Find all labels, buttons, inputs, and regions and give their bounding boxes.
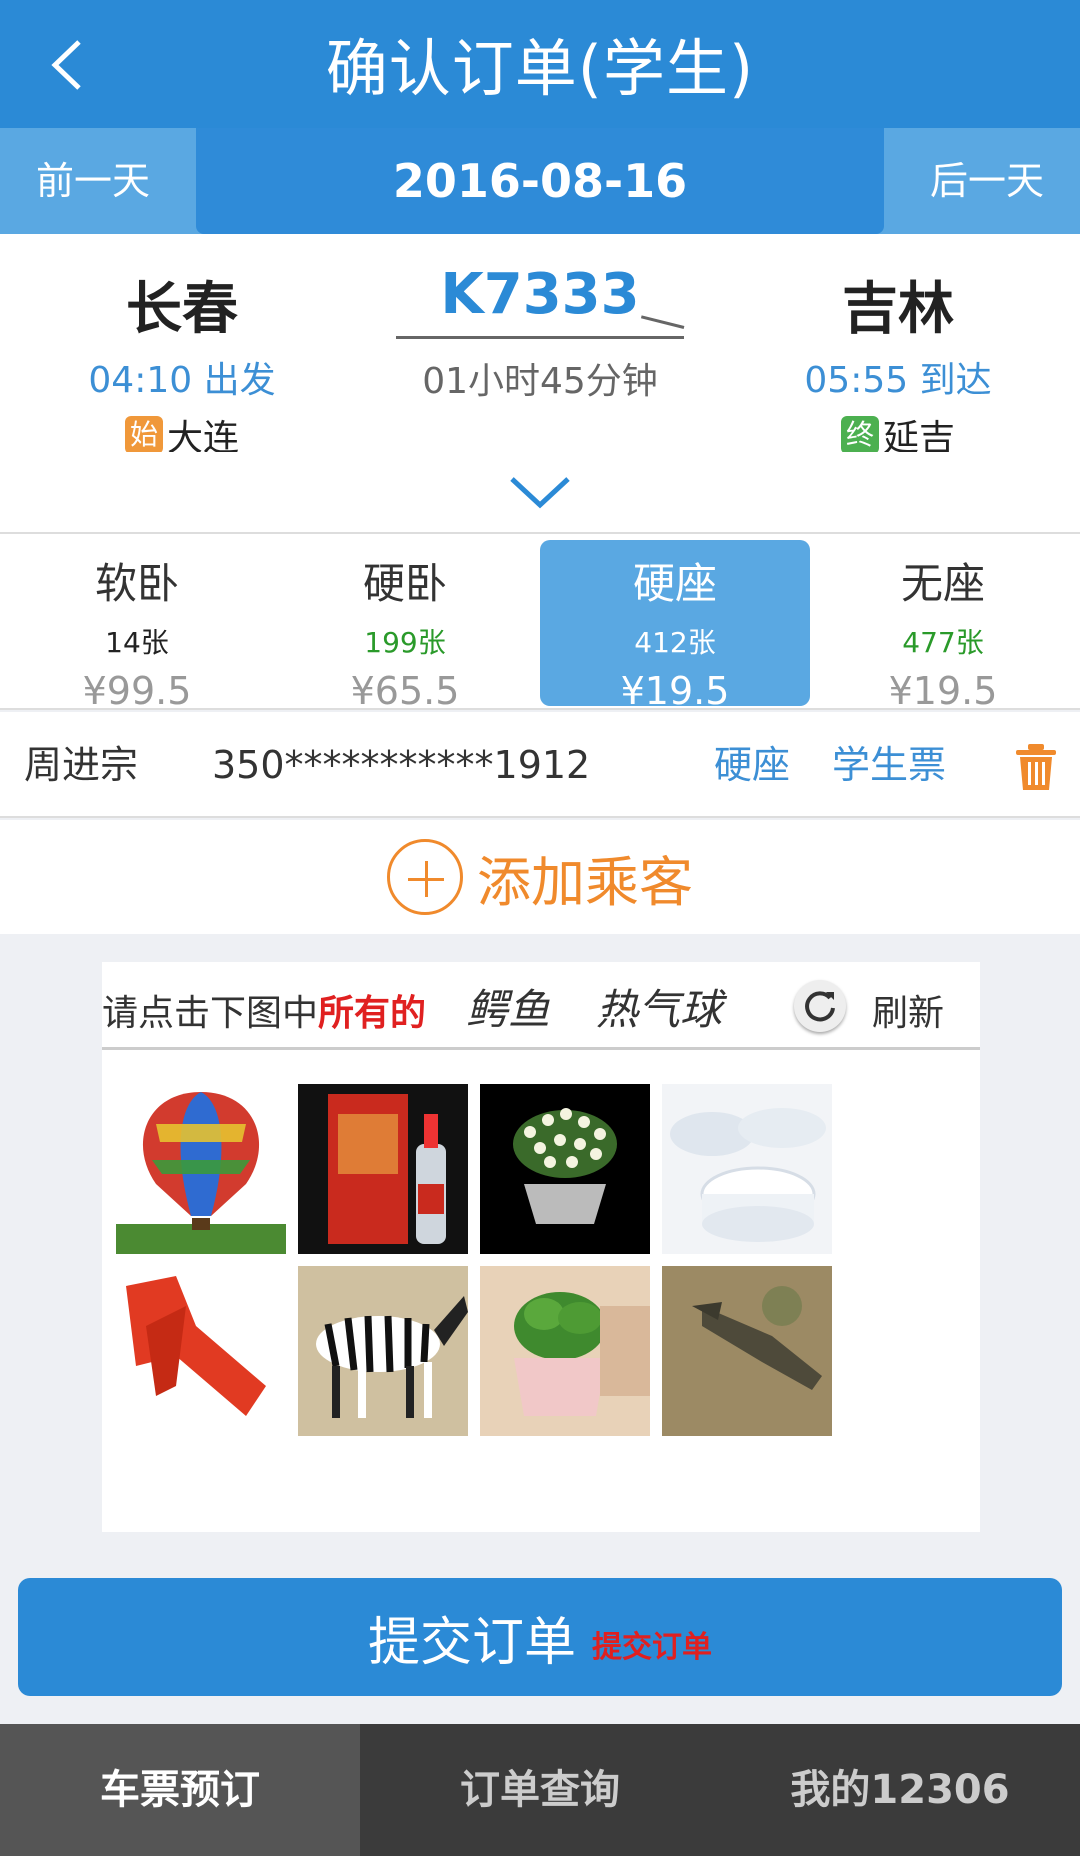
captcha-tile-white-discs[interactable] — [662, 1084, 832, 1254]
top-bar: 确认订单(学生) — [0, 0, 1080, 128]
captcha-tile-flower-pot[interactable] — [480, 1084, 650, 1254]
start-tag: 始 — [124, 416, 163, 454]
white-discs-icon — [670, 1108, 826, 1242]
refresh-arrow — [805, 991, 835, 1022]
captcha-keyword: 热气球 — [596, 985, 723, 1034]
arrival-time: 05:55 到达 — [804, 360, 992, 401]
seat-price: ¥65.5 — [350, 669, 460, 713]
seat-count: 477张 — [902, 626, 984, 659]
seat-option-no-seat[interactable]: 无座 477张 ¥19.5 — [808, 540, 1078, 713]
seat-price: ¥99.5 — [82, 669, 192, 713]
captcha-tile-potted-plant[interactable] — [480, 1266, 650, 1436]
captcha-tile-hot-air-balloon[interactable] — [116, 1084, 286, 1254]
bottom-tab-bar: 车票预订 订单查询 我的12306 — [0, 1724, 1080, 1856]
captcha-panel: 请点击下图中所有的 鳄鱼 热气球 刷新 — [102, 962, 980, 1532]
refresh-button[interactable]: 刷新 — [872, 984, 944, 1036]
passenger-id: 350***********1912 — [212, 743, 591, 787]
tab-my-12306[interactable]: 我的12306 — [720, 1724, 1080, 1856]
passenger-name: 周进宗 — [24, 743, 139, 787]
departure-time: 04:10 出发 — [88, 360, 276, 401]
potted-plant-icon — [514, 1292, 650, 1416]
submit-order-button[interactable]: 提交订单 提交订单 — [18, 1578, 1062, 1696]
captcha-prompt-prefix: 请点击下图中 — [102, 993, 319, 1034]
date-display[interactable]: 2016-08-16 — [196, 128, 884, 234]
tab-ticket-booking[interactable]: 车票预订 — [0, 1724, 360, 1856]
departure-station: 长春 04:10 出发 始 大连 — [32, 264, 332, 461]
seat-option-hard-sleeper[interactable]: 硬卧 199张 ¥65.5 — [270, 540, 540, 713]
flower-pot-icon — [513, 1108, 617, 1224]
trash-icon[interactable] — [1014, 742, 1058, 792]
arrival-station: 吉林 05:55 到达 终 延吉 — [748, 264, 1048, 461]
seat-name: 无座 — [900, 559, 985, 608]
arrival-station-name: 吉林 — [842, 277, 954, 342]
passenger-row: 周进宗 350***********1912 硬座 学生票 — [0, 712, 1080, 818]
liquor-bottle-icon — [328, 1094, 446, 1244]
seat-count: 412张 — [634, 626, 716, 659]
captcha-tile-zebra[interactable] — [298, 1266, 468, 1436]
captcha-prompt-highlight: 所有的 — [318, 993, 427, 1034]
captcha-tile-liquor-bottle[interactable] — [298, 1084, 468, 1254]
submit-order-label: 提交订单 — [367, 1612, 576, 1673]
travel-duration: 01小时45分钟 — [422, 361, 658, 402]
add-passenger-label: 添加乘客 — [477, 850, 693, 914]
passenger-ticket-type[interactable]: 学生票 — [832, 712, 946, 818]
seat-name: 硬座 — [632, 559, 717, 608]
tab-order-query[interactable]: 订单查询 — [360, 1724, 720, 1856]
captcha-keyword: 鳄鱼 — [466, 985, 551, 1034]
refresh-icon[interactable] — [794, 980, 846, 1032]
page-title: 确认订单(学生) — [325, 32, 755, 105]
seat-option-hard-seat[interactable]: 硬座 412张 ¥19.5 — [540, 540, 810, 713]
zebra-icon — [316, 1296, 468, 1418]
seat-count: 14张 — [105, 626, 169, 659]
captcha-header: 请点击下图中所有的 鳄鱼 热气球 刷新 — [102, 962, 980, 1050]
red-scarf-icon — [126, 1276, 266, 1416]
captcha-tile-crocodile[interactable] — [662, 1266, 832, 1436]
seat-price: ¥19.5 — [620, 669, 730, 713]
plus-circle-icon — [387, 839, 463, 915]
crocodile-icon — [662, 1266, 832, 1436]
train-info: 长春 04:10 出发 始 大连 K7333 01小时45分钟 吉林 05:55… — [0, 234, 1080, 459]
next-day-button[interactable]: 后一天 — [930, 128, 1044, 234]
add-passenger-button[interactable]: 添加乘客 — [0, 820, 1080, 934]
expand-details-button[interactable] — [0, 452, 1080, 534]
train-line — [396, 336, 684, 339]
seat-count: 199张 — [364, 626, 446, 659]
seat-options: 软卧 14张 ¥99.5 硬卧 199张 ¥65.5 硬座 412张 ¥19.5… — [0, 534, 1080, 713]
captcha-prompt: 请点击下图中所有的 — [102, 984, 426, 1036]
prev-day-button[interactable]: 前一天 — [36, 128, 150, 234]
captcha-tile-red-scarf[interactable] — [116, 1266, 286, 1436]
date-bar: 前一天 2016-08-16 后一天 — [0, 128, 1080, 234]
end-tag: 终 — [840, 416, 879, 454]
chevron-down-icon — [510, 477, 570, 509]
departure-station-name: 长春 — [126, 277, 238, 342]
seat-name: 软卧 — [94, 559, 179, 608]
seat-name: 硬卧 — [362, 559, 447, 608]
seat-price: ¥19.5 — [888, 669, 998, 713]
submit-order-sublabel: 提交订单 — [592, 1630, 712, 1665]
hot-air-balloon-icon — [116, 1092, 286, 1254]
passenger-seat-type[interactable]: 硬座 — [714, 712, 790, 818]
seat-option-soft-sleeper[interactable]: 软卧 14张 ¥99.5 — [2, 540, 272, 713]
